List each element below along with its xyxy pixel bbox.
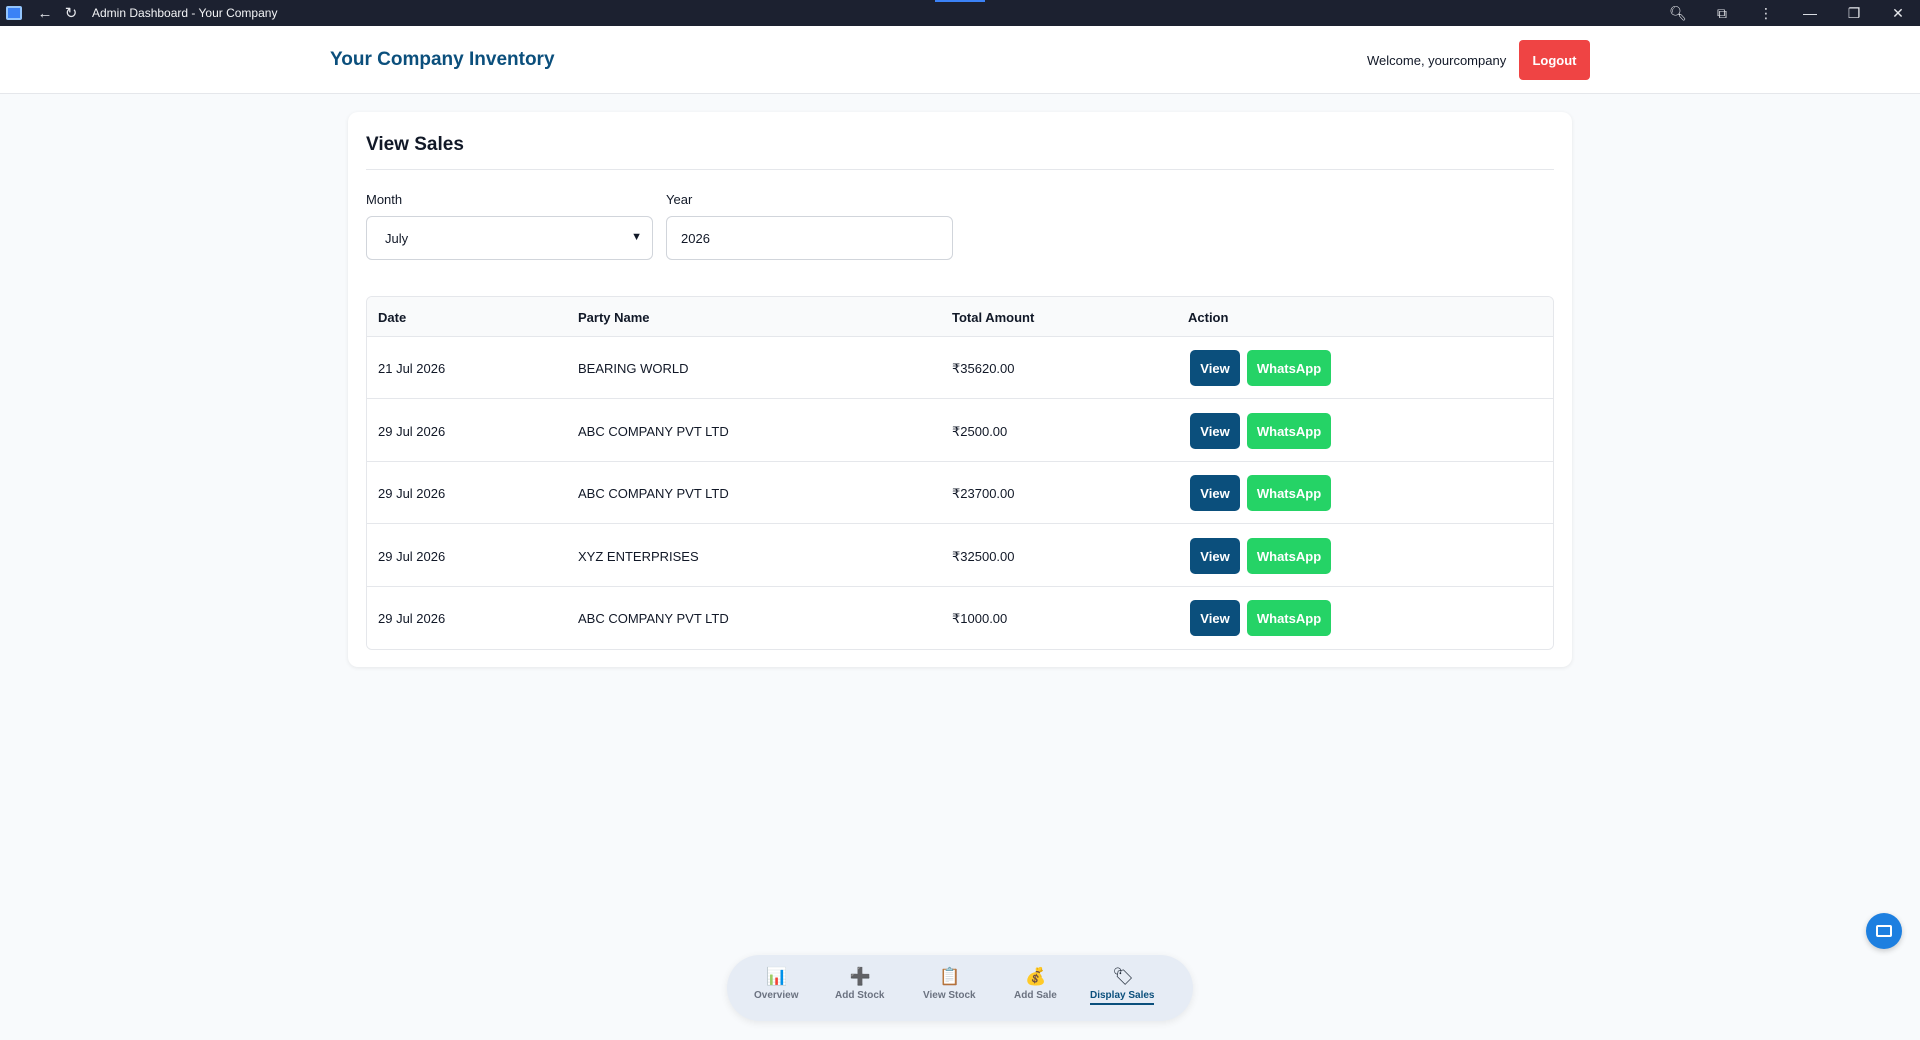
table-row: 29 Jul 2026 ABC COMPANY PVT LTD ₹23700.0… bbox=[367, 462, 1553, 524]
browser-titlebar: ← ↻ Admin Dashboard - Your Company 🔍︎ ⧉ … bbox=[0, 0, 1920, 26]
screen-icon bbox=[1876, 925, 1892, 937]
bar-chart-icon: 📊 bbox=[766, 967, 788, 986]
plus-icon: ➕ bbox=[849, 967, 871, 986]
clipboard-icon: 📋 bbox=[939, 967, 961, 986]
nav-item-overview[interactable]: 📊 Overview bbox=[754, 967, 798, 1001]
cell-party: BEARING WORLD bbox=[578, 361, 689, 376]
money-bag-icon: 💰 bbox=[1025, 967, 1047, 986]
sales-table: Date Party Name Total Amount Action 21 J… bbox=[366, 296, 1554, 650]
logout-button[interactable]: Logout bbox=[1519, 40, 1590, 80]
column-header-date: Date bbox=[378, 310, 407, 325]
nav-item-label: View Stock bbox=[923, 990, 976, 1001]
back-arrow-icon[interactable]: ← bbox=[34, 2, 56, 24]
year-input[interactable] bbox=[666, 216, 953, 260]
cell-amount: ₹35620.00 bbox=[952, 361, 1015, 376]
view-button[interactable]: View bbox=[1190, 475, 1240, 511]
view-button[interactable]: View bbox=[1190, 538, 1240, 574]
month-select[interactable]: July ▼ bbox=[366, 216, 653, 260]
cell-amount: ₹2500.00 bbox=[952, 424, 1008, 439]
nav-item-add-stock[interactable]: ➕ Add Stock bbox=[835, 967, 884, 1001]
restore-icon[interactable]: ❐ bbox=[1832, 0, 1876, 26]
view-button[interactable]: View bbox=[1190, 600, 1240, 636]
view-button[interactable]: View bbox=[1190, 350, 1240, 386]
cell-party: ABC COMPANY PVT LTD bbox=[578, 486, 729, 501]
cell-amount: ₹1000.00 bbox=[952, 611, 1008, 626]
app-header: Your Company Inventory Welcome, yourcomp… bbox=[0, 26, 1920, 94]
chevron-down-icon: ▼ bbox=[631, 231, 642, 243]
month-label: Month bbox=[366, 192, 403, 207]
whatsapp-button[interactable]: WhatsApp bbox=[1247, 538, 1331, 574]
more-icon[interactable]: ⋮ bbox=[1744, 0, 1788, 26]
whatsapp-button[interactable]: WhatsApp bbox=[1247, 600, 1331, 636]
table-row: 29 Jul 2026 ABC COMPANY PVT LTD ₹1000.00… bbox=[367, 587, 1553, 649]
extensions-icon[interactable]: ⧉ bbox=[1700, 0, 1744, 26]
cell-amount: ₹32500.00 bbox=[952, 549, 1015, 564]
column-header-action: Action bbox=[1188, 310, 1229, 325]
minimize-icon[interactable]: — bbox=[1788, 0, 1832, 26]
active-tab-indicator bbox=[935, 0, 985, 2]
nav-item-label: Overview bbox=[754, 990, 799, 1001]
whatsapp-button[interactable]: WhatsApp bbox=[1247, 350, 1331, 386]
column-header-party-name: Party Name bbox=[578, 310, 650, 325]
welcome-text: Welcome, yourcompany bbox=[1367, 53, 1507, 68]
nav-item-label: Add Stock bbox=[835, 990, 885, 1001]
column-header-total-amount: Total Amount bbox=[952, 310, 1035, 325]
month-select-value: July bbox=[385, 230, 409, 246]
window-title: Admin Dashboard - Your Company bbox=[92, 6, 278, 20]
table-header: Date Party Name Total Amount Action bbox=[367, 297, 1553, 337]
whatsapp-button[interactable]: WhatsApp bbox=[1247, 475, 1331, 511]
table-row: 21 Jul 2026 BEARING WORLD ₹35620.00 View… bbox=[367, 337, 1553, 399]
cell-date: 29 Jul 2026 bbox=[378, 549, 446, 564]
cell-date: 29 Jul 2026 bbox=[378, 611, 446, 626]
brand-title: Your Company Inventory bbox=[330, 49, 555, 70]
cell-date: 21 Jul 2026 bbox=[378, 361, 446, 376]
nav-item-label: Add Sale bbox=[1014, 990, 1057, 1001]
page-title: View Sales bbox=[366, 134, 464, 155]
view-button[interactable]: View bbox=[1190, 413, 1240, 449]
reload-icon[interactable]: ↻ bbox=[60, 2, 82, 24]
cell-date: 29 Jul 2026 bbox=[378, 486, 446, 501]
whatsapp-button[interactable]: WhatsApp bbox=[1247, 413, 1331, 449]
nav-item-add-sale[interactable]: 💰 Add Sale bbox=[1014, 967, 1057, 1001]
nav-item-label: Display Sales bbox=[1090, 990, 1155, 1005]
nav-item-view-stock[interactable]: 📋 View Stock bbox=[923, 967, 976, 1001]
table-row: 29 Jul 2026 ABC COMPANY PVT LTD ₹2500.00… bbox=[367, 400, 1553, 462]
floating-screen-button[interactable] bbox=[1866, 913, 1902, 949]
cell-party: ABC COMPANY PVT LTD bbox=[578, 424, 729, 439]
cell-party: XYZ ENTERPRISES bbox=[578, 549, 699, 564]
zoom-icon[interactable]: 🔍︎ bbox=[1656, 0, 1700, 26]
divider bbox=[366, 169, 1554, 170]
close-icon[interactable]: ✕ bbox=[1876, 0, 1920, 26]
cell-party: ABC COMPANY PVT LTD bbox=[578, 611, 729, 626]
year-label: Year bbox=[666, 192, 693, 207]
app-icon bbox=[6, 6, 22, 20]
cell-date: 29 Jul 2026 bbox=[378, 424, 446, 439]
table-row: 29 Jul 2026 XYZ ENTERPRISES ₹32500.00 Vi… bbox=[367, 525, 1553, 587]
bottom-nav: 📊 Overview ➕ Add Stock 📋 View Stock 💰 Ad… bbox=[727, 955, 1193, 1021]
view-sales-card: View Sales Month July ▼ Year Date Party … bbox=[348, 112, 1572, 667]
tag-icon: 🏷 bbox=[1112, 967, 1134, 986]
cell-amount: ₹23700.00 bbox=[952, 486, 1015, 501]
nav-item-display-sales[interactable]: 🏷 Display Sales bbox=[1090, 967, 1155, 1005]
